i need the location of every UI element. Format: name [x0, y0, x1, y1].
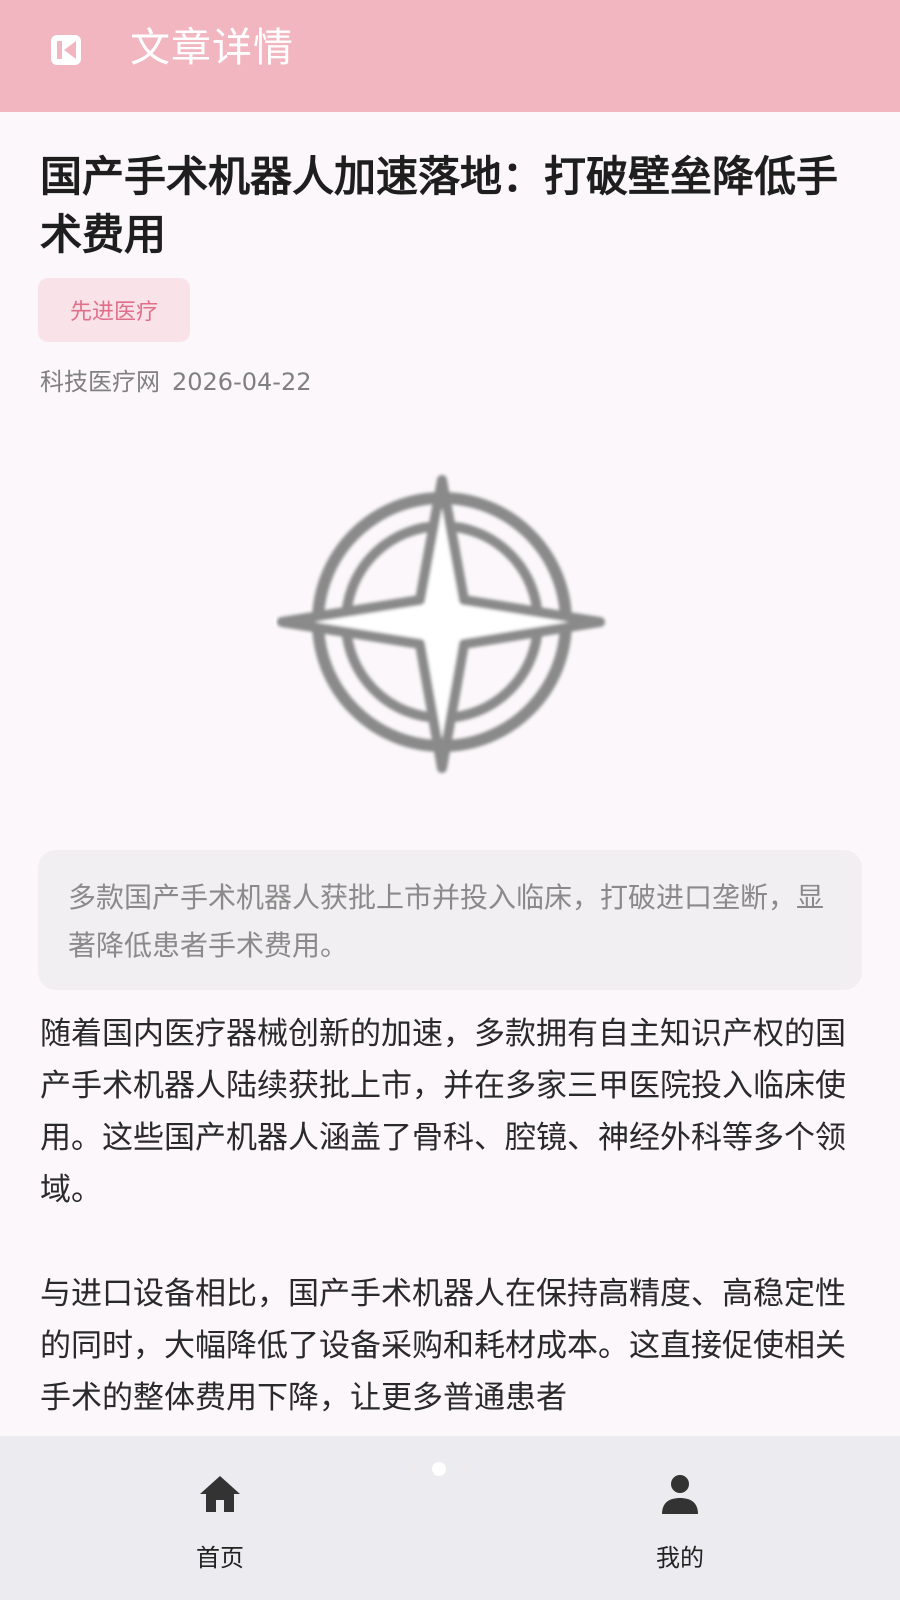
- article-meta: 科技医疗网 2026-04-22: [40, 366, 311, 398]
- page-dot: [408, 1464, 418, 1474]
- nav-label-home: 首页: [196, 1544, 244, 1572]
- bottom-nav: 首页 我的: [0, 1436, 900, 1600]
- nav-item-home[interactable]: 首页: [0, 1436, 450, 1600]
- page-dot: [460, 1464, 470, 1474]
- back-button[interactable]: [44, 28, 88, 72]
- back-icon: [51, 35, 81, 65]
- article-date: 2026-04-22: [172, 368, 312, 396]
- article-content[interactable]: 国产手术机器人加速落地：打破壁垒降低手术费用 先进医疗 科技医疗网 2026-0…: [0, 112, 900, 1436]
- hero-image: [276, 472, 616, 792]
- nav-label-me: 我的: [656, 1544, 704, 1572]
- page-indicator: [408, 1462, 470, 1476]
- article-paragraph: 随着国内医疗器械创新的加速，多款拥有自主知识产权的国产手术机器人陆续获批上市，并…: [40, 1016, 846, 1208]
- page-dot-active: [432, 1462, 446, 1476]
- compass-icon: [277, 475, 605, 773]
- category-tag[interactable]: 先进医疗: [38, 278, 190, 342]
- article-paragraph: 与进口设备相比，国产手术机器人在保持高精度、高稳定性的同时，大幅降低了设备采购和…: [40, 1276, 846, 1416]
- home-icon: [200, 1476, 240, 1512]
- person-icon: [662, 1475, 698, 1514]
- article-source: 科技医疗网: [40, 368, 160, 396]
- nav-item-me[interactable]: 我的: [450, 1436, 900, 1600]
- article-summary: 多款国产手术机器人获批上市并投入临床，打破进口垄断，显著降低患者手术费用。: [38, 850, 862, 990]
- page-title: 文章详情: [130, 25, 294, 71]
- article-body: 随着国内医疗器械创新的加速，多款拥有自主知识产权的国产手术机器人陆续获批上市，并…: [40, 1008, 870, 1436]
- article-title: 国产手术机器人加速落地：打破壁垒降低手术费用: [40, 152, 839, 259]
- app-bar: 文章详情: [0, 0, 900, 112]
